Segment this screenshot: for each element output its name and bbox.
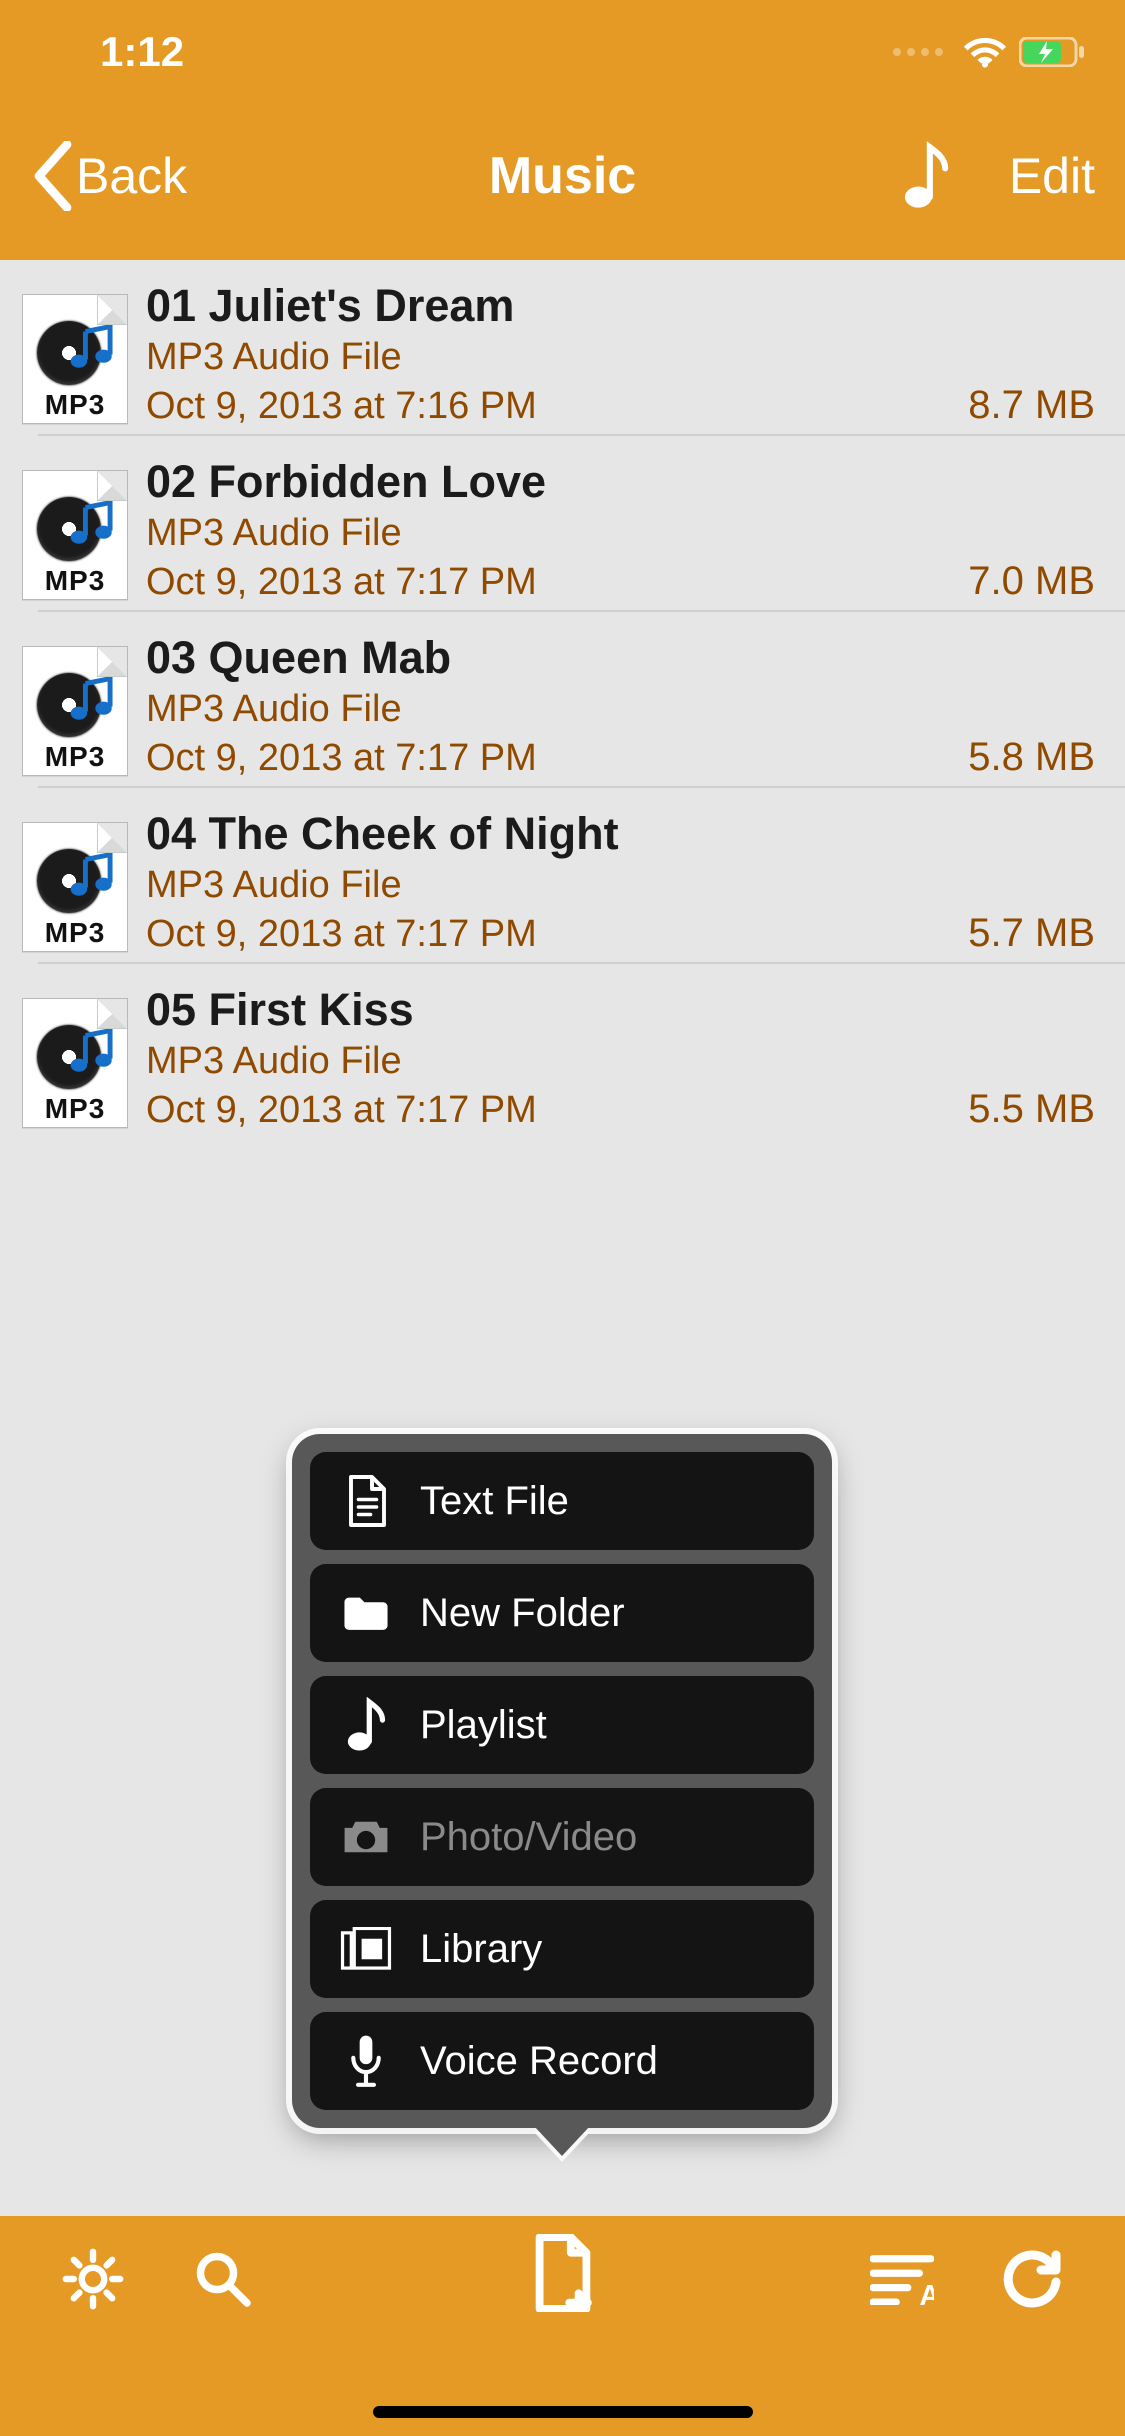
gear-icon	[61, 2247, 125, 2316]
music-notes-icon	[67, 1029, 117, 1080]
file-row[interactable]: MP3 03 Queen Mab MP3 Audio File Oct 9, 2…	[0, 612, 1125, 788]
chevron-left-icon	[30, 141, 76, 211]
popover-item-label: Playlist	[420, 1703, 547, 1748]
now-playing-button[interactable]	[903, 141, 949, 211]
file-size: 7.0 MB	[948, 559, 1095, 604]
folder-icon	[340, 1593, 392, 1633]
file-kind: MP3 Audio File	[146, 684, 1095, 735]
text-file-icon	[340, 1475, 392, 1527]
popover-item-label: Photo/Video	[420, 1815, 637, 1860]
svg-text:A: A	[919, 2280, 934, 2305]
popover-item-label: Voice Record	[420, 2039, 658, 2084]
music-notes-icon	[67, 677, 117, 728]
settings-button[interactable]	[56, 2244, 130, 2318]
music-notes-icon	[67, 501, 117, 552]
status-left: 1:12	[40, 22, 184, 82]
camera-icon	[340, 1817, 392, 1857]
popover-item-playlist[interactable]: Playlist	[310, 1676, 814, 1774]
popover-item-new-folder[interactable]: New Folder	[310, 1564, 814, 1662]
popover-item-label: Library	[420, 1927, 542, 1972]
file-title: 02 Forbidden Love	[146, 456, 1095, 508]
search-button[interactable]	[186, 2244, 260, 2318]
file-ext-label: MP3	[23, 741, 127, 773]
file-text: 04 The Cheek of Night MP3 Audio File Oct…	[146, 804, 1095, 956]
file-text: 05 First Kiss MP3 Audio File Oct 9, 2013…	[146, 980, 1095, 1132]
file-title: 04 The Cheek of Night	[146, 808, 1095, 860]
nav-right: Edit	[903, 141, 1095, 211]
file-date: Oct 9, 2013 at 7:17 PM	[146, 1089, 537, 1132]
sort-lines-icon: A	[870, 2253, 934, 2310]
file-row[interactable]: MP3 02 Forbidden Love MP3 Audio File Oct…	[0, 436, 1125, 612]
refresh-button[interactable]	[995, 2244, 1069, 2318]
popover-item-library[interactable]: Library	[310, 1900, 814, 1998]
file-text: 03 Queen Mab MP3 Audio File Oct 9, 2013 …	[146, 628, 1095, 780]
file-size: 5.5 MB	[948, 1087, 1095, 1132]
back-label: Back	[76, 147, 187, 205]
page-title: Music	[489, 146, 636, 206]
popover-item-voice-record[interactable]: Voice Record	[310, 2012, 814, 2110]
file-title: 03 Queen Mab	[146, 632, 1095, 684]
file-size: 8.7 MB	[948, 383, 1095, 428]
file-date: Oct 9, 2013 at 7:16 PM	[146, 385, 537, 428]
file-ext-label: MP3	[23, 389, 127, 421]
file-text: 01 Juliet's Dream MP3 Audio File Oct 9, …	[146, 276, 1095, 428]
popover-item-label: Text File	[420, 1479, 569, 1524]
file-title: 05 First Kiss	[146, 984, 1095, 1036]
popover-item-text-file[interactable]: Text File	[310, 1452, 814, 1550]
file-ext-label: MP3	[23, 1093, 127, 1125]
file-date: Oct 9, 2013 at 7:17 PM	[146, 737, 537, 780]
mp3-file-icon: MP3	[22, 646, 128, 776]
file-title: 01 Juliet's Dream	[146, 280, 1095, 332]
file-date: Oct 9, 2013 at 7:17 PM	[146, 561, 537, 604]
wifi-icon	[963, 35, 1007, 69]
status-time: 1:12	[40, 28, 184, 76]
bottom-toolbar: A	[0, 2216, 1125, 2436]
file-kind: MP3 Audio File	[146, 508, 1095, 559]
popover-item-label: New Folder	[420, 1591, 625, 1636]
music-notes-icon	[67, 853, 117, 904]
status-right	[893, 22, 1085, 82]
file-list: MP3 01 Juliet's Dream MP3 Audio File Oct…	[0, 260, 1125, 1140]
mp3-file-icon: MP3	[22, 470, 128, 600]
file-ext-label: MP3	[23, 565, 127, 597]
file-row[interactable]: MP3 04 The Cheek of Night MP3 Audio File…	[0, 788, 1125, 964]
file-row[interactable]: MP3 05 First Kiss MP3 Audio File Oct 9, …	[0, 964, 1125, 1140]
mp3-file-icon: MP3	[22, 822, 128, 952]
edit-button[interactable]: Edit	[1009, 147, 1095, 205]
file-kind: MP3 Audio File	[146, 860, 1095, 911]
file-kind: MP3 Audio File	[146, 1036, 1095, 1087]
file-kind: MP3 Audio File	[146, 332, 1095, 383]
file-size: 5.7 MB	[948, 911, 1095, 956]
file-size: 5.8 MB	[948, 735, 1095, 780]
add-file-button[interactable]	[526, 2238, 600, 2312]
back-button[interactable]: Back	[30, 141, 187, 211]
file-ext-label: MP3	[23, 917, 127, 949]
home-indicator[interactable]	[373, 2406, 753, 2418]
cellular-dots-icon	[893, 48, 943, 56]
file-text: 02 Forbidden Love MP3 Audio File Oct 9, …	[146, 452, 1095, 604]
battery-charging-icon	[1019, 37, 1085, 67]
mp3-file-icon: MP3	[22, 294, 128, 424]
file-row[interactable]: MP3 01 Juliet's Dream MP3 Audio File Oct…	[0, 260, 1125, 436]
library-icon	[340, 1927, 392, 1971]
music-note-icon	[340, 1697, 392, 1753]
file-date: Oct 9, 2013 at 7:17 PM	[146, 913, 537, 956]
music-notes-icon	[67, 325, 117, 376]
mp3-file-icon: MP3	[22, 998, 128, 1128]
search-icon	[193, 2249, 253, 2314]
new-file-plus-icon	[531, 2234, 595, 2317]
nav-bar: Back Music Edit	[0, 92, 1125, 260]
microphone-icon	[340, 2034, 392, 2088]
refresh-icon	[1002, 2249, 1062, 2314]
create-popover: Text File New Folder Playlist Photo/Vide…	[292, 1434, 832, 2128]
sort-button[interactable]: A	[865, 2244, 939, 2318]
popover-item-photo-video: Photo/Video	[310, 1788, 814, 1886]
status-bar: 1:12	[0, 0, 1125, 92]
